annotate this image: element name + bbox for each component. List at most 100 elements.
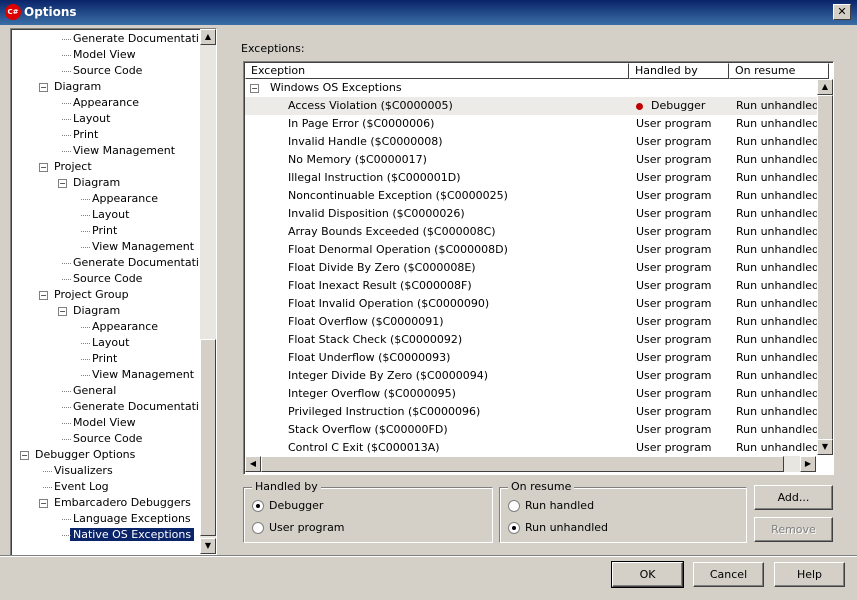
tree-item[interactable]: Appearance <box>81 319 158 335</box>
tree-item[interactable]: Visualizers <box>43 463 113 479</box>
tree-connector <box>81 215 90 216</box>
tree-item[interactable]: Print <box>62 127 98 143</box>
exception-row[interactable]: Array Bounds Exceeded ($C000008C) User pr… <box>245 223 819 241</box>
exception-row[interactable]: Privileged Instruction ($C0000096) User p… <box>245 403 819 421</box>
exception-row[interactable]: Float Overflow ($C0000091) User program Ru… <box>245 313 819 331</box>
remove-button[interactable]: Remove <box>754 517 833 542</box>
tree-item[interactable]: Appearance <box>62 95 139 111</box>
help-button[interactable]: Help <box>774 562 845 587</box>
tree-item[interactable]: Layout <box>62 111 110 127</box>
exception-row[interactable]: Integer Overflow ($C0000095) User program… <box>245 385 819 403</box>
exception-handled-by: User program <box>636 421 712 439</box>
tree-item[interactable]: Print <box>81 223 117 239</box>
tree-item[interactable]: − Project <box>39 159 92 175</box>
radio-user-program-label[interactable]: User program <box>269 521 345 534</box>
tree-scrollbar[interactable]: ▲ ▼ <box>200 29 216 554</box>
tree-item[interactable]: Native OS Exceptions <box>62 527 195 543</box>
tree-collapse-icon[interactable]: − <box>39 83 48 92</box>
tree-collapse-icon[interactable]: − <box>58 307 67 316</box>
grid-hscroll-thumb[interactable] <box>261 456 784 472</box>
tree-collapse-icon[interactable]: − <box>58 179 67 188</box>
grid-scroll-thumb[interactable] <box>817 95 833 441</box>
tree-item[interactable]: − Diagram <box>58 303 120 319</box>
exception-handled-by: User program <box>636 367 712 385</box>
tree-item[interactable]: − Embarcadero Debuggers <box>39 495 191 511</box>
group-row[interactable]: − Windows OS Exceptions <box>245 79 817 97</box>
tree-collapse-icon[interactable]: − <box>39 291 48 300</box>
tree-collapse-icon[interactable]: − <box>39 499 48 508</box>
tree-item[interactable]: Model View <box>62 415 136 431</box>
exception-row[interactable]: Invalid Disposition ($C0000026) User prog… <box>245 205 819 223</box>
exception-row[interactable]: Access Violation ($C0000005) Debugger Run … <box>245 97 819 115</box>
exception-row[interactable]: Integer Divide By Zero ($C0000094) User p… <box>245 367 819 385</box>
tree-item[interactable]: View Management <box>62 143 175 159</box>
exception-on-resume: Run unhandled <box>736 243 820 256</box>
tree-item[interactable]: − Diagram <box>39 79 101 95</box>
add-button[interactable]: Add... <box>754 485 833 510</box>
radio-run-handled[interactable] <box>508 500 520 512</box>
grid-scroll-up-icon[interactable]: ▲ <box>817 79 833 95</box>
exception-row[interactable]: Float Invalid Operation ($C0000090) User … <box>245 295 819 313</box>
exception-row[interactable]: Stack Overflow ($C00000FD) User program Ru… <box>245 421 819 439</box>
tree-item[interactable]: − Diagram <box>58 175 120 191</box>
exception-row[interactable]: Float Underflow ($C0000093) User program R… <box>245 349 819 367</box>
scroll-up-icon[interactable]: ▲ <box>200 29 216 45</box>
tree-item[interactable]: General <box>62 383 116 399</box>
exception-row[interactable]: Control C Exit ($C000013A) User program Ru… <box>245 439 819 457</box>
footer-separator <box>0 555 857 557</box>
options-tree[interactable]: Generate Documentation Model View Source C… <box>10 28 217 557</box>
exception-row[interactable]: Invalid Handle ($C0000008) User program Ru… <box>245 133 819 151</box>
tree-item[interactable]: Generate Documentation <box>62 255 199 271</box>
tree-item[interactable]: Language Exceptions <box>62 511 191 527</box>
radio-run-unhandled-label[interactable]: Run unhandled <box>525 521 608 534</box>
tree-item[interactable]: Layout <box>81 207 129 223</box>
exceptions-grid[interactable]: Exception Handled by On resume − Windows… <box>243 61 834 475</box>
exception-row[interactable]: Float Denormal Operation ($C000008D) User… <box>245 241 820 259</box>
radio-debugger-label[interactable]: Debugger <box>269 499 323 512</box>
handled-by-text: User program <box>636 243 712 256</box>
tree-item[interactable]: − Debugger Options <box>20 447 135 463</box>
grid-scroll-down-icon[interactable]: ▼ <box>817 439 833 455</box>
grid-vscrollbar[interactable]: ▲ ▼ <box>817 79 833 455</box>
exception-row[interactable]: In Page Error ($C0000006) User program Run… <box>245 115 819 133</box>
exception-row[interactable]: Noncontinuable Exception ($C0000025) User… <box>245 187 819 205</box>
tree-item[interactable]: View Management <box>81 367 194 383</box>
tree-item[interactable]: Source Code <box>62 431 142 447</box>
exception-row[interactable]: Float Stack Check ($C0000092) User progra… <box>245 331 819 349</box>
exception-row[interactable]: Illegal Instruction ($C000001D) User prog… <box>245 169 819 187</box>
exception-row[interactable]: Float Divide By Zero ($C000008E) User pro… <box>245 259 819 277</box>
grid-hscrollbar[interactable]: ◀ ▶ <box>245 456 816 472</box>
tree-item[interactable]: Source Code <box>62 63 142 79</box>
ok-button[interactable]: OK <box>611 561 684 588</box>
collapse-icon[interactable]: − <box>250 84 259 93</box>
cancel-button[interactable]: Cancel <box>693 562 764 587</box>
tree-collapse-icon[interactable]: − <box>39 163 48 172</box>
tree-item[interactable]: Print <box>81 351 117 367</box>
tree-item[interactable]: Generate Documentation <box>62 31 199 47</box>
tree-collapse-icon[interactable]: − <box>20 451 29 460</box>
grid-scroll-left-icon[interactable]: ◀ <box>245 456 261 472</box>
radio-run-unhandled[interactable] <box>508 522 520 534</box>
grid-scroll-right-icon[interactable]: ▶ <box>800 456 816 472</box>
column-header-handled-by[interactable]: Handled by <box>629 63 729 79</box>
tree-item[interactable]: Source Code <box>62 271 142 287</box>
tree-item[interactable]: Event Log <box>43 479 109 495</box>
column-header-exception[interactable]: Exception <box>245 63 629 79</box>
scroll-thumb[interactable] <box>200 339 216 536</box>
tree-item[interactable]: Layout <box>81 335 129 351</box>
tree-item[interactable]: Appearance <box>81 191 158 207</box>
exception-row[interactable]: No Memory ($C0000017) User program Run unh… <box>245 151 819 169</box>
close-icon[interactable]: ✕ <box>833 4 851 20</box>
tree-item[interactable]: View Management <box>81 239 194 255</box>
column-header-on-resume[interactable]: On resume <box>729 63 829 79</box>
on-resume-title: On resume <box>508 480 575 493</box>
radio-user-program[interactable] <box>252 522 264 534</box>
tree-item-label: Project Group <box>54 288 129 301</box>
tree-item[interactable]: Model View <box>62 47 136 63</box>
radio-run-handled-label[interactable]: Run handled <box>525 499 594 512</box>
radio-debugger[interactable] <box>252 500 264 512</box>
tree-item[interactable]: Generate Documentation <box>62 399 199 415</box>
scroll-down-icon[interactable]: ▼ <box>200 538 216 554</box>
tree-item[interactable]: − Project Group <box>39 287 129 303</box>
exception-row[interactable]: Float Inexact Result ($C000008F) User pro… <box>245 277 819 295</box>
